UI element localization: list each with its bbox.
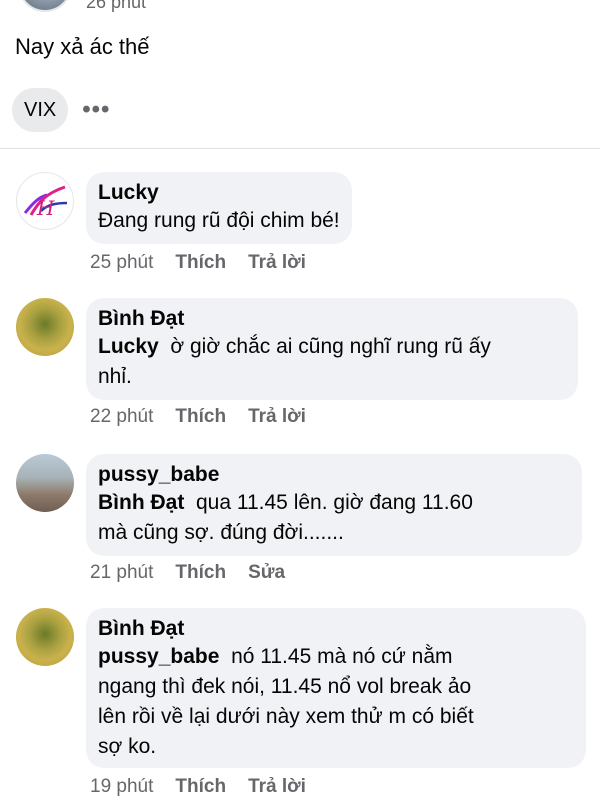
more-options-icon[interactable]: ••• xyxy=(82,98,110,122)
post-text: Nay xả ác thế xyxy=(15,34,150,59)
comment-text: pussy_babe nó 11.45 mà nó cứ nằm ngang t… xyxy=(98,645,474,758)
comment-bubble: Lucky Đang rung rũ đội chim bé! xyxy=(86,172,352,244)
logo-avatar-icon: H xyxy=(23,185,68,220)
comment-meta: 19 phút Thích Trả lời xyxy=(90,776,306,798)
post-time[interactable]: 26 phút xyxy=(86,0,146,13)
reply-button[interactable]: Trả lời xyxy=(248,252,306,274)
reply-button[interactable]: Trả lời xyxy=(248,406,306,428)
edit-button[interactable]: Sửa xyxy=(248,562,285,584)
comment-text: Đang rung rũ đội chim bé! xyxy=(98,209,340,232)
post-author-avatar[interactable] xyxy=(18,0,72,12)
comment-meta: 22 phút Thích Trả lời xyxy=(90,406,306,428)
comment-time[interactable]: 25 phút xyxy=(90,252,153,274)
stock-tag-chip[interactable]: VIX xyxy=(12,88,69,132)
comment-author[interactable]: Bình Đạt xyxy=(98,306,566,332)
avatar[interactable] xyxy=(16,298,74,356)
comment-bubble: pussy_babe Bình Đạt qua 11.45 lên. giờ đ… xyxy=(86,454,582,556)
mention-link[interactable]: Bình Đạt xyxy=(98,491,184,514)
like-button[interactable]: Thích xyxy=(175,562,226,584)
comment-meta: 21 phút Thích Sửa xyxy=(90,562,285,584)
like-button[interactable]: Thích xyxy=(175,406,226,428)
comment-time[interactable]: 19 phút xyxy=(90,776,153,798)
post-tag-row: VIX ••• xyxy=(12,88,110,132)
comment-bubble: Bình Đạt Lucky ờ giờ chắc ai cũng nghĩ r… xyxy=(86,298,578,400)
comment-time[interactable]: 21 phút xyxy=(90,562,153,584)
like-button[interactable]: Thích xyxy=(175,252,226,274)
comment-author[interactable]: Lucky xyxy=(98,180,340,206)
avatar[interactable] xyxy=(16,608,74,666)
mention-link[interactable]: Lucky xyxy=(98,335,159,358)
comment-author[interactable]: pussy_babe xyxy=(98,462,570,488)
avatar[interactable]: H xyxy=(16,172,74,230)
like-button[interactable]: Thích xyxy=(175,776,226,798)
comment-meta: 25 phút Thích Trả lời xyxy=(90,252,306,274)
avatar[interactable] xyxy=(16,454,74,512)
comment-time[interactable]: 22 phút xyxy=(90,406,153,428)
reply-button[interactable]: Trả lời xyxy=(248,776,306,798)
svg-text:H: H xyxy=(36,196,55,220)
divider xyxy=(0,148,600,149)
comment-text: Lucky ờ giờ chắc ai cũng nghĩ rung rũ ấy… xyxy=(98,335,491,388)
mention-link[interactable]: pussy_babe xyxy=(98,645,219,668)
comment-author[interactable]: Bình Đạt xyxy=(98,616,574,642)
comment-bubble: Bình Đạt pussy_babe nó 11.45 mà nó cứ nằ… xyxy=(86,608,586,768)
comment-text: Bình Đạt qua 11.45 lên. giờ đang 11.60 m… xyxy=(98,491,473,544)
